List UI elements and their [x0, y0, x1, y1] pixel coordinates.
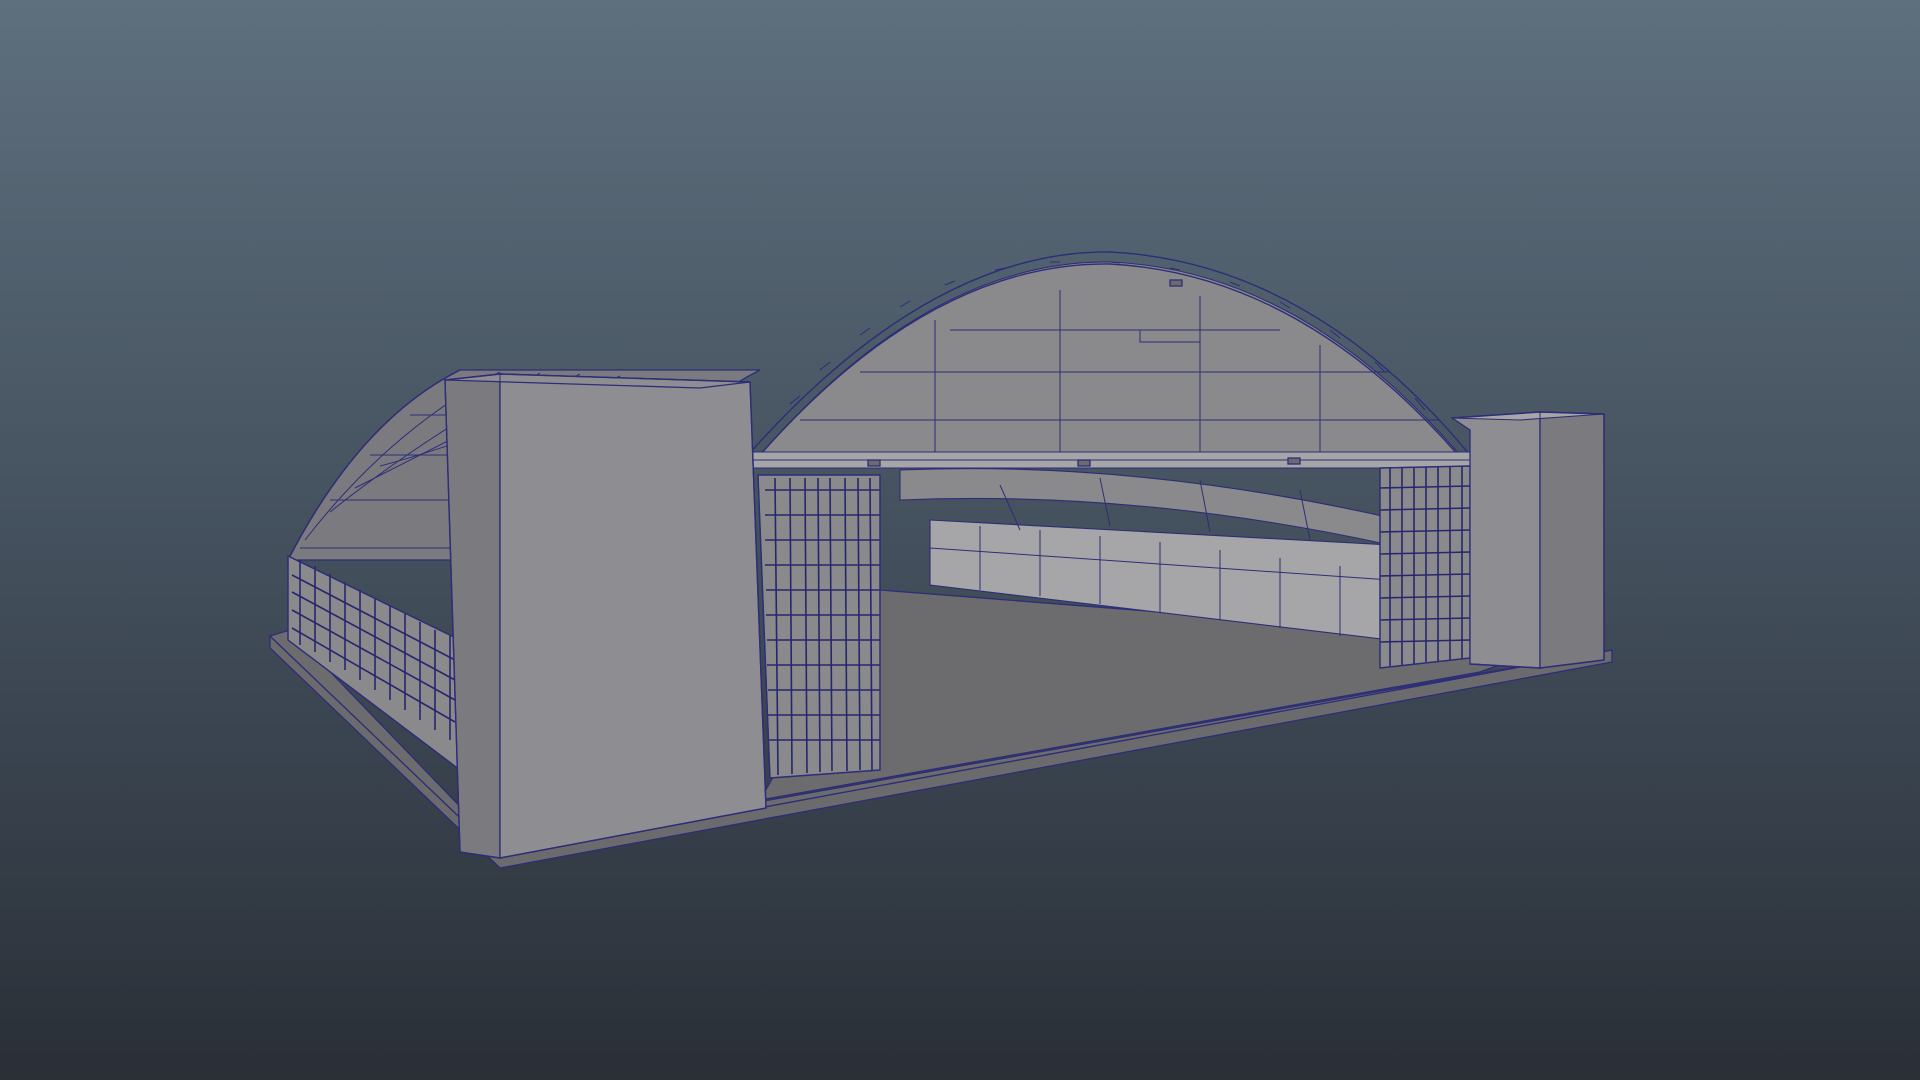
- 3d-viewport[interactable]: [0, 0, 1920, 1080]
- right-front-pillar: [1450, 411, 1605, 669]
- right-sliding-door: [1379, 465, 1471, 669]
- left-sliding-door: [757, 474, 881, 779]
- hangar-model[interactable]: [0, 0, 1920, 1080]
- door-header-beam: [749, 451, 1477, 469]
- front-arch: [747, 251, 1471, 456]
- left-front-pillar: [444, 373, 767, 859]
